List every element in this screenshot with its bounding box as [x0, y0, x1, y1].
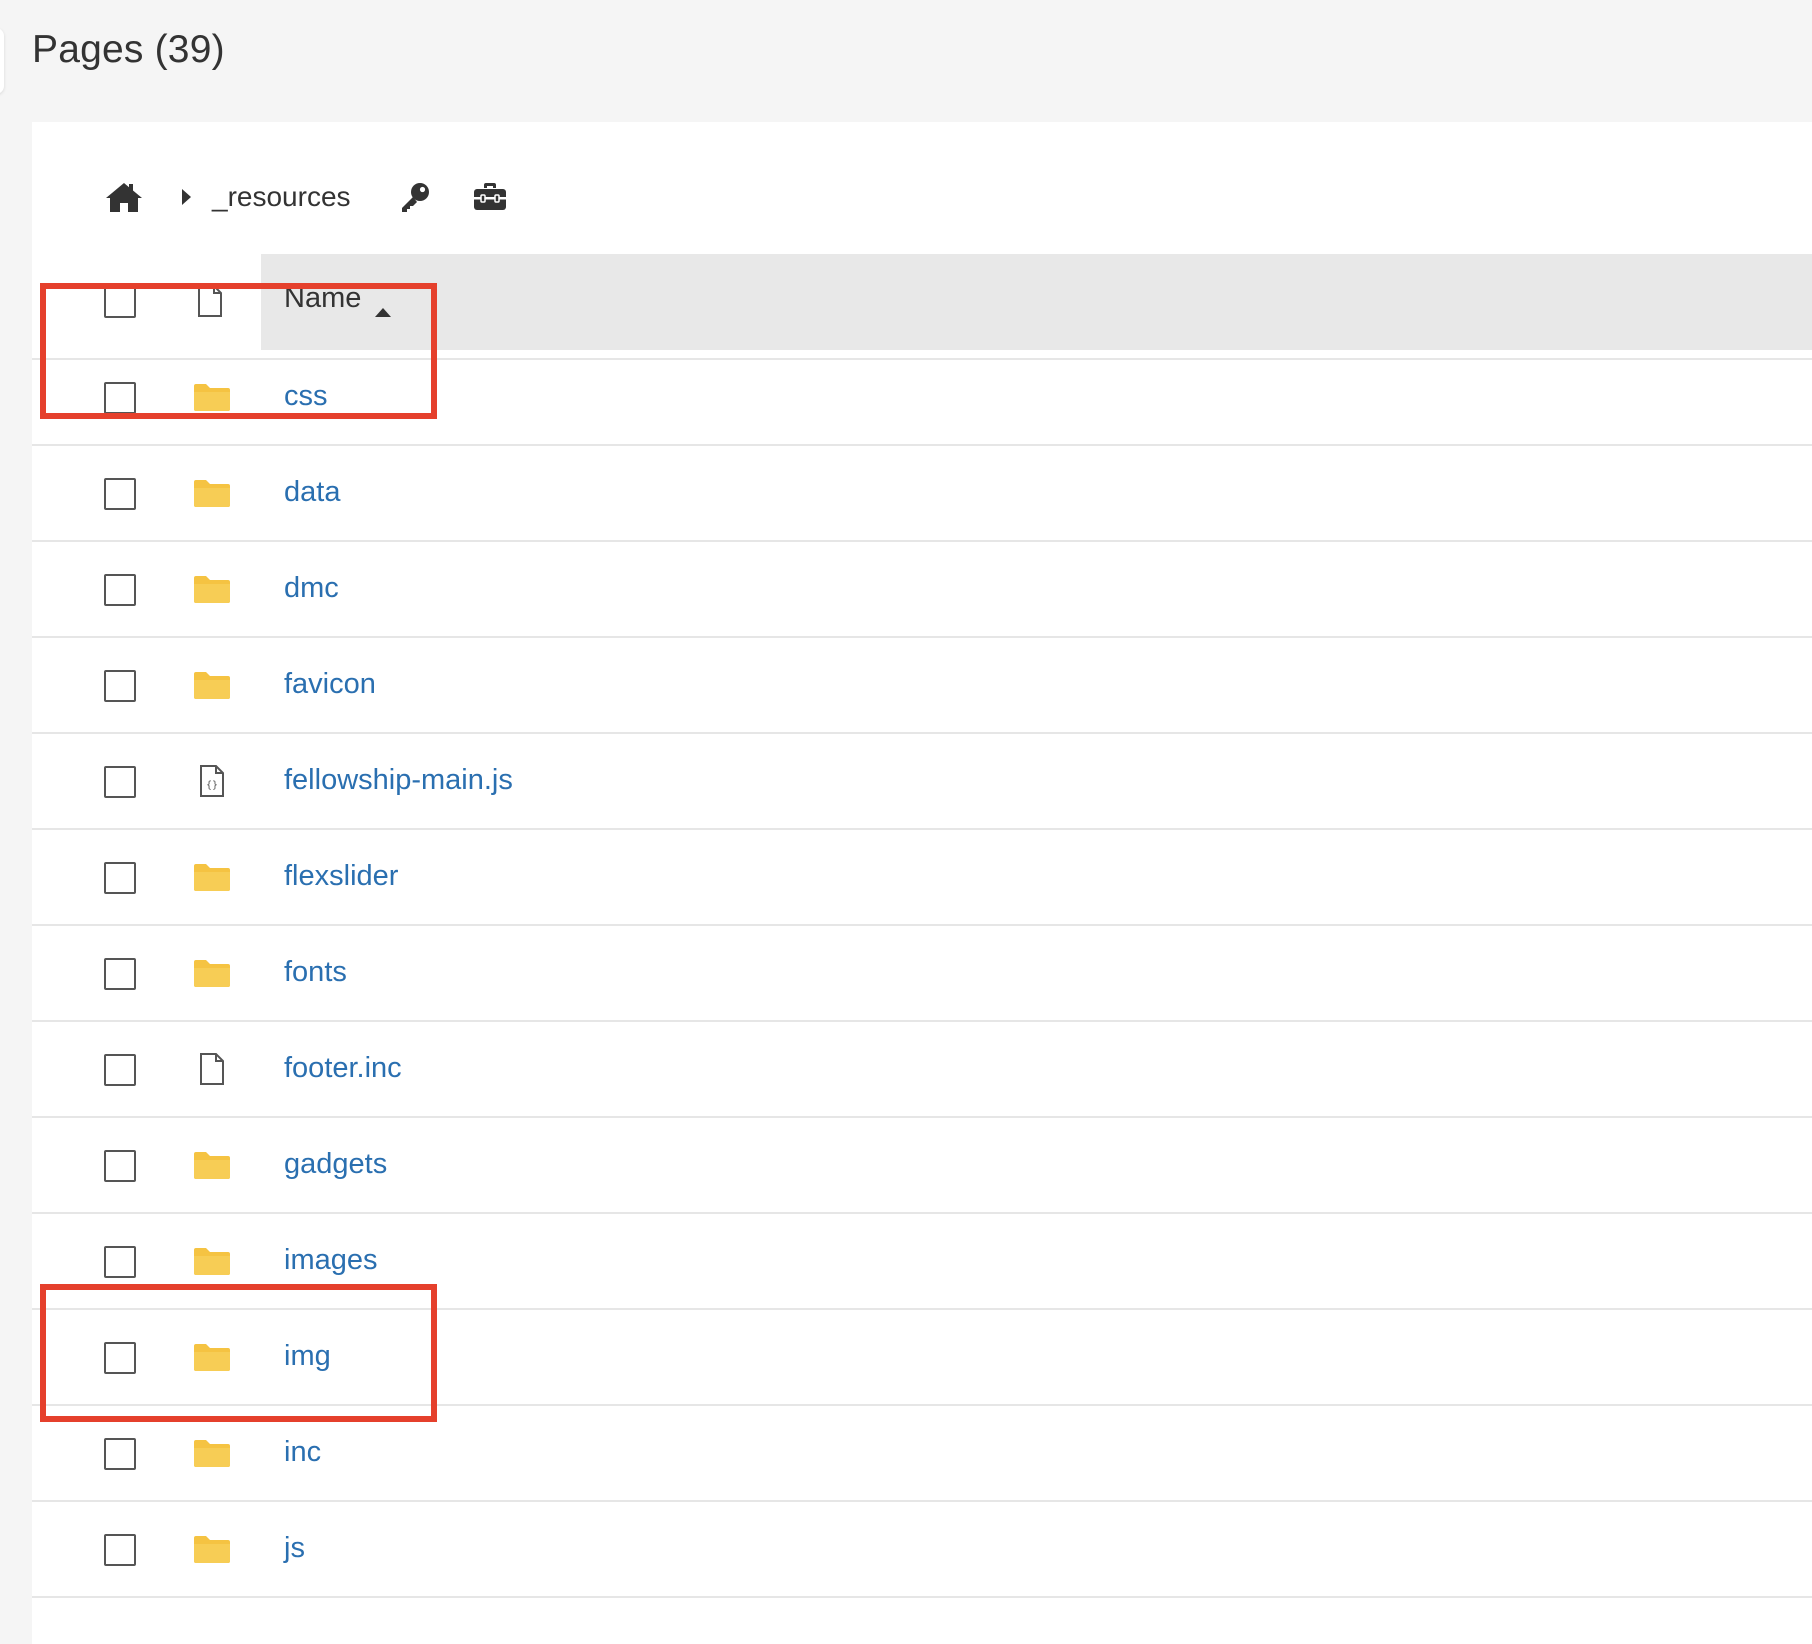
item-name-link[interactable]: footer.inc [284, 1052, 402, 1085]
folder-icon [190, 1528, 234, 1570]
table-row[interactable]: css [32, 350, 1812, 446]
folder-icon [190, 568, 234, 610]
folder-icon [190, 1432, 234, 1474]
item-name-link[interactable]: fellowship-main.js [284, 764, 513, 797]
file-list: css data dmc favicon {} fellowship-main.js fle… [32, 350, 1812, 1598]
item-name-link[interactable]: img [284, 1340, 331, 1373]
side-panel-tab[interactable] [0, 28, 4, 94]
row-checkbox[interactable] [104, 1246, 136, 1278]
item-name-link[interactable]: js [284, 1532, 305, 1565]
item-name-link[interactable]: dmc [284, 572, 339, 605]
folder-icon [190, 376, 234, 418]
row-checkbox[interactable] [104, 670, 136, 702]
table-row[interactable]: data [32, 446, 1812, 542]
select-all-checkbox[interactable] [104, 286, 136, 318]
breadcrumb-current-folder[interactable]: _resources [212, 181, 351, 213]
page-title: Pages (39) [32, 28, 225, 71]
row-checkbox[interactable] [104, 478, 136, 510]
breadcrumb: _resources [104, 162, 507, 232]
row-checkbox[interactable] [104, 1150, 136, 1182]
svg-text:{}: {} [206, 780, 218, 791]
code-file-icon: {} [190, 760, 234, 802]
table-header: Name [32, 254, 1812, 360]
caret-right-icon [180, 187, 194, 207]
row-checkbox[interactable] [104, 1438, 136, 1470]
row-checkbox[interactable] [104, 574, 136, 606]
folder-icon [190, 472, 234, 514]
table-row[interactable]: footer.inc [32, 1022, 1812, 1118]
row-checkbox[interactable] [104, 766, 136, 798]
table-row[interactable]: dmc [32, 542, 1812, 638]
table-row[interactable]: fonts [32, 926, 1812, 1022]
table-row[interactable]: inc [32, 1406, 1812, 1502]
toolbox-icon[interactable] [473, 180, 507, 214]
sort-ascending-icon [373, 293, 393, 317]
file-icon [190, 1048, 234, 1090]
file-browser-panel: _resources Name css data dmc favicon {} … [32, 122, 1812, 1644]
row-checkbox[interactable] [104, 958, 136, 990]
file-icon [196, 284, 224, 318]
row-checkbox[interactable] [104, 1054, 136, 1086]
table-row[interactable]: favicon [32, 638, 1812, 734]
name-column-band [261, 254, 1812, 350]
table-row[interactable]: {} fellowship-main.js [32, 734, 1812, 830]
folder-icon [190, 1336, 234, 1378]
table-row[interactable]: gadgets [32, 1118, 1812, 1214]
item-name-link[interactable]: fonts [284, 956, 347, 989]
page: Pages (39) _resources Name css data dmc … [0, 0, 1812, 1644]
folder-icon [190, 1240, 234, 1282]
item-name-link[interactable]: inc [284, 1436, 321, 1469]
home-icon[interactable] [104, 179, 146, 215]
table-row[interactable]: js [32, 1502, 1812, 1598]
folder-icon [190, 1144, 234, 1186]
folder-icon [190, 664, 234, 706]
table-row[interactable]: flexslider [32, 830, 1812, 926]
name-column-header[interactable]: Name [284, 282, 393, 317]
item-name-link[interactable]: images [284, 1244, 378, 1277]
key-icon[interactable] [399, 180, 433, 214]
row-checkbox[interactable] [104, 1534, 136, 1566]
folder-icon [190, 952, 234, 994]
table-row[interactable]: images [32, 1214, 1812, 1310]
row-checkbox[interactable] [104, 862, 136, 894]
folder-icon [190, 856, 234, 898]
row-checkbox[interactable] [104, 1342, 136, 1374]
item-name-link[interactable]: data [284, 476, 340, 509]
table-row[interactable]: img [32, 1310, 1812, 1406]
item-name-link[interactable]: favicon [284, 668, 376, 701]
item-name-link[interactable]: css [284, 380, 328, 413]
file-table: Name css data dmc favicon {} fellowship-main.… [32, 254, 1812, 1598]
item-name-link[interactable]: gadgets [284, 1148, 387, 1181]
name-column-label: Name [284, 282, 362, 314]
row-checkbox[interactable] [104, 382, 136, 414]
item-name-link[interactable]: flexslider [284, 860, 398, 893]
